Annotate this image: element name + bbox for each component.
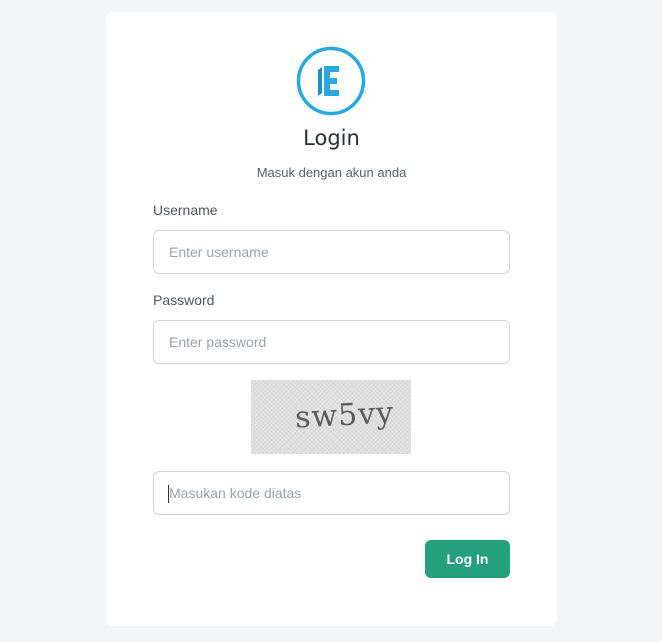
login-card: Login Masuk dengan akun anda Username En… <box>106 12 557 626</box>
page-subtitle: Masuk dengan akun anda <box>256 165 407 180</box>
brand-logo-icon <box>296 46 366 116</box>
username-input[interactable]: Enter username <box>153 230 510 274</box>
password-label: Password <box>153 292 215 308</box>
page-title: Login <box>303 126 360 150</box>
captcha-placeholder: Masukan kode diatas <box>169 485 302 501</box>
password-input[interactable]: Enter password <box>153 320 510 364</box>
captcha-image: sw5vy <box>251 380 411 454</box>
login-button[interactable]: Log In <box>425 540 510 578</box>
captcha-code: sw5vy <box>294 395 395 436</box>
password-placeholder: Enter password <box>169 334 267 350</box>
username-placeholder: Enter username <box>169 244 269 260</box>
username-label: Username <box>153 202 218 218</box>
captcha-input[interactable]: Masukan kode diatas <box>153 471 510 515</box>
